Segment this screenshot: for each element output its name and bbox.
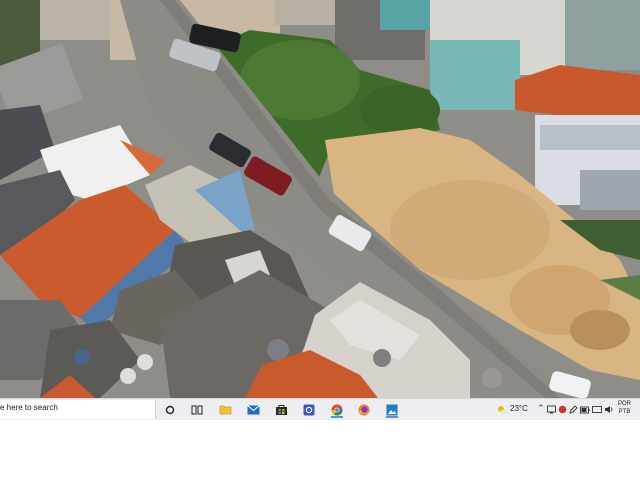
weather-temperature[interactable]: 23°C — [510, 404, 528, 413]
volume-icon[interactable] — [604, 401, 614, 418]
battery-icon[interactable] — [580, 401, 590, 418]
language-line2: PTB — [618, 409, 631, 415]
pen-icon[interactable] — [568, 401, 578, 418]
firefox-icon[interactable] — [356, 401, 372, 418]
chrome-icon[interactable] — [329, 401, 345, 418]
chrome-active-indicator — [331, 416, 343, 418]
weather-icon[interactable] — [494, 401, 510, 418]
search-placeholder: e here to search — [0, 403, 58, 412]
language-line1: POR — [618, 401, 632, 407]
photos-active-indicator — [386, 416, 398, 418]
network-icon[interactable] — [546, 401, 556, 418]
language-indicator[interactable]: POR PTB — [618, 400, 631, 416]
chevron-up-icon[interactable]: ⌃ — [537, 403, 545, 415]
file-explorer-icon[interactable] — [217, 401, 233, 418]
mail-icon[interactable] — [245, 401, 261, 418]
security-icon[interactable] — [557, 401, 567, 418]
taskbar-search-box[interactable]: e here to search — [0, 400, 156, 419]
aerial-photo — [0, 0, 640, 398]
taskbar: e here to search 23°C ⌃ POR PTB — [0, 398, 640, 420]
app-blue-icon[interactable] — [301, 401, 317, 418]
display-icon[interactable] — [592, 401, 602, 418]
cortana-icon[interactable] — [162, 401, 178, 418]
store-icon[interactable] — [273, 401, 289, 418]
photos-icon[interactable] — [384, 401, 400, 418]
task-view-icon[interactable] — [189, 401, 205, 418]
